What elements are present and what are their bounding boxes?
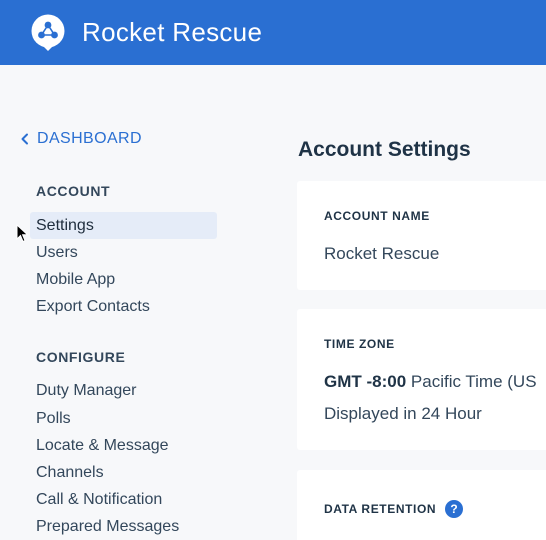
sidebar-item-channels[interactable]: Channels (30, 459, 217, 486)
sidebar-item-prepared-messages[interactable]: Prepared Messages (30, 513, 217, 540)
help-icon[interactable]: ? (445, 500, 463, 518)
section-heading-configure: CONFIGURE (36, 349, 126, 365)
section-heading-account: ACCOUNT (36, 183, 111, 199)
sidebar-item-mobile-app[interactable]: Mobile App (30, 266, 217, 293)
top-bar: Rocket Rescue (0, 0, 546, 65)
sidebar-item-locate-message[interactable]: Locate & Message (30, 432, 217, 459)
time-zone-name: Pacific Time (US (406, 372, 537, 391)
sidebar-item-call-notification[interactable]: Call & Notification (30, 486, 217, 513)
time-format-value: Displayed in 24 Hour (324, 404, 482, 423)
sidebar-item-settings[interactable]: Settings (30, 212, 217, 239)
app-logo-icon (31, 14, 65, 51)
mouse-cursor-icon (16, 224, 29, 243)
page-title: Account Settings (298, 138, 471, 161)
back-link-label: DASHBOARD (37, 130, 142, 147)
account-name-label: ACCOUNT NAME (324, 209, 430, 223)
account-name-value: Rocket Rescue (324, 244, 440, 263)
data-retention-card: DATA RETENTION ? (297, 470, 546, 540)
time-zone-offset: GMT -8:00 (324, 372, 407, 391)
sidebar-item-polls[interactable]: Polls (30, 405, 217, 432)
sidebar-item-export-contacts[interactable]: Export Contacts (30, 293, 217, 320)
time-zone-label: TIME ZONE (324, 337, 395, 351)
sidebar-item-users[interactable]: Users (30, 239, 217, 266)
chevron-left-icon (21, 133, 28, 145)
sidebar-item-duty-manager[interactable]: Duty Manager (30, 377, 217, 404)
time-zone-value: GMT -8:00 Pacific Time (US (324, 372, 537, 392)
time-zone-card: TIME ZONE GMT -8:00 Pacific Time (US Dis… (297, 309, 546, 450)
back-to-dashboard-link[interactable]: DASHBOARD (20, 129, 142, 149)
account-name-card: ACCOUNT NAME Rocket Rescue (297, 181, 546, 290)
data-retention-label: DATA RETENTION (324, 502, 437, 516)
app-title: Rocket Rescue (82, 17, 263, 47)
